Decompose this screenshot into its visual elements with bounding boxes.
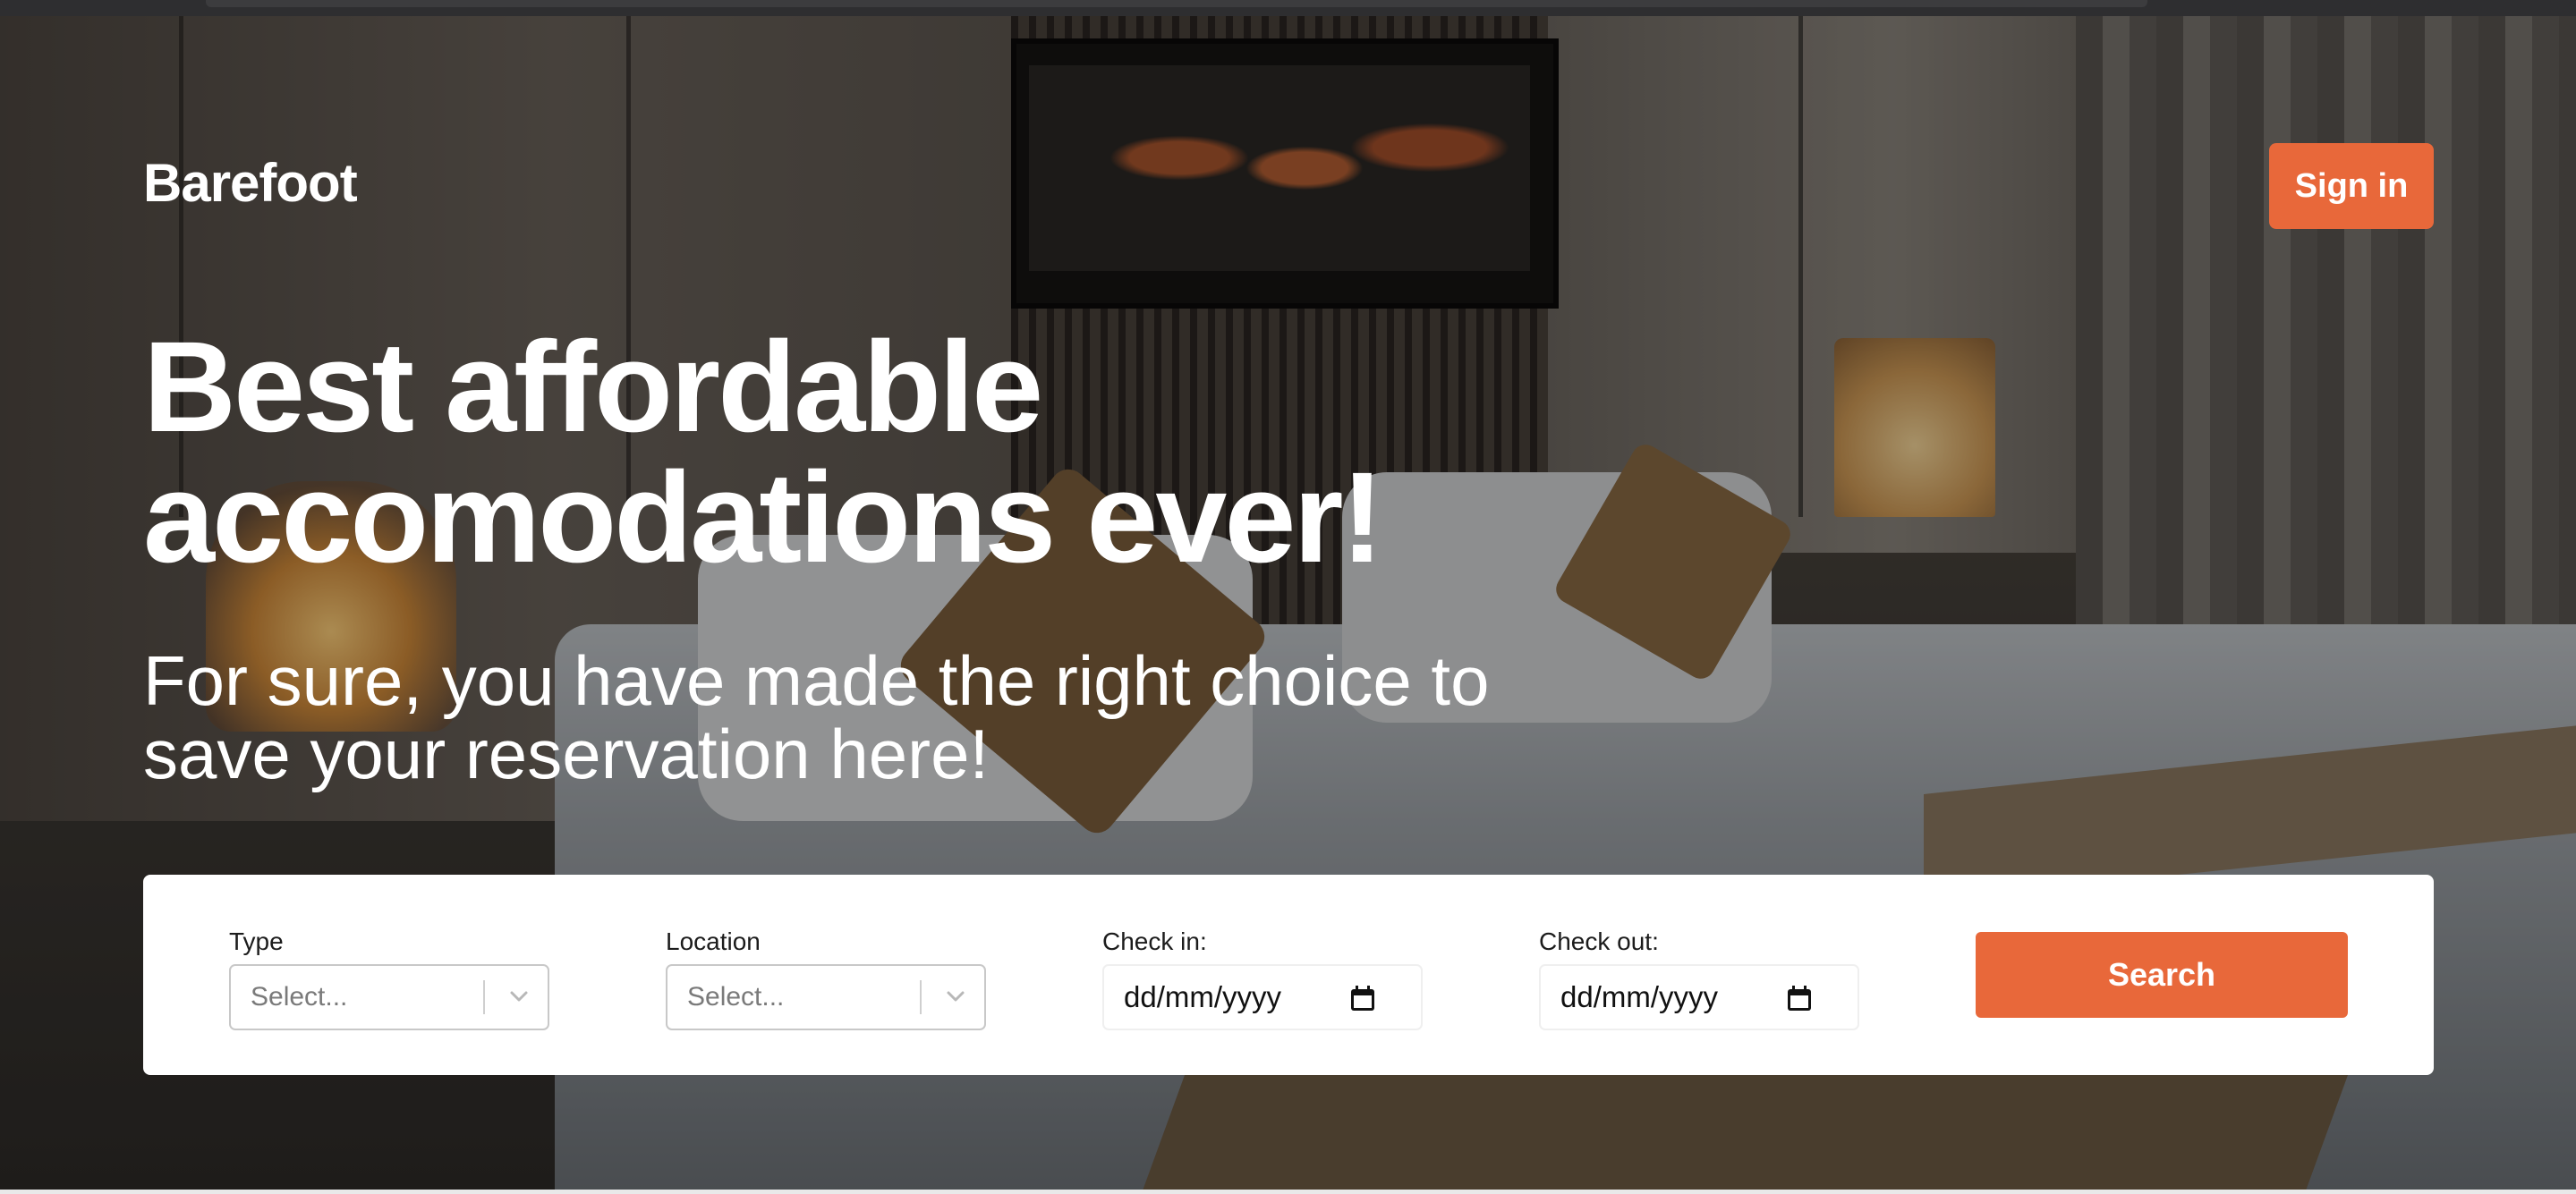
chevron-down-icon[interactable] bbox=[936, 977, 975, 1016]
hero-headline: Best affordable accomodations ever! bbox=[143, 322, 1754, 583]
type-select[interactable]: Select... bbox=[229, 964, 549, 1030]
check-out-placeholder: dd/mm/yyyy bbox=[1560, 980, 1719, 1013]
location-label: Location bbox=[666, 927, 761, 955]
location-field: Location Select... bbox=[666, 927, 986, 1030]
check-in-date-input[interactable]: dd/mm/yyyy bbox=[1102, 964, 1423, 1030]
location-select[interactable]: Select... bbox=[666, 964, 986, 1030]
select-separator bbox=[483, 980, 485, 1014]
hero-subline: For sure, you have made the right choice… bbox=[143, 644, 1754, 791]
calendar-icon[interactable] bbox=[1348, 984, 1378, 1014]
check-in-placeholder: dd/mm/yyyy bbox=[1124, 980, 1282, 1013]
sign-in-button[interactable]: Sign in bbox=[2269, 143, 2434, 229]
check-in-label: Check in: bbox=[1102, 927, 1207, 955]
brand-logo[interactable]: Barefoot bbox=[143, 152, 358, 214]
chevron-down-icon[interactable] bbox=[499, 977, 539, 1016]
hero-headline-line: accomodations ever! bbox=[143, 445, 1383, 589]
search-bar: Type Select... Location Select... Check … bbox=[143, 875, 2434, 1075]
type-select-placeholder: Select... bbox=[251, 982, 348, 1012]
check-out-field: Check out: dd/mm/yyyy bbox=[1539, 927, 1859, 1030]
check-in-field: Check in: dd/mm/yyyy bbox=[1102, 927, 1423, 1030]
calendar-icon[interactable] bbox=[1784, 984, 1815, 1014]
check-out-date-input[interactable]: dd/mm/yyyy bbox=[1539, 964, 1859, 1030]
hero-headline-line: Best affordable bbox=[143, 315, 1043, 459]
select-separator bbox=[920, 980, 922, 1014]
search-button[interactable]: Search bbox=[1976, 932, 2348, 1018]
browser-top-pill bbox=[206, 0, 2147, 7]
type-field: Type Select... bbox=[229, 927, 549, 1030]
hero-subline-line: save your reservation here! bbox=[143, 715, 990, 793]
type-label: Type bbox=[229, 927, 284, 955]
check-out-label: Check out: bbox=[1539, 927, 1659, 955]
location-select-placeholder: Select... bbox=[687, 982, 785, 1012]
page-bottom-edge bbox=[0, 1190, 2576, 1194]
browser-top-strip bbox=[0, 0, 2576, 16]
hero-subline-line: For sure, you have made the right choice… bbox=[143, 641, 1490, 720]
